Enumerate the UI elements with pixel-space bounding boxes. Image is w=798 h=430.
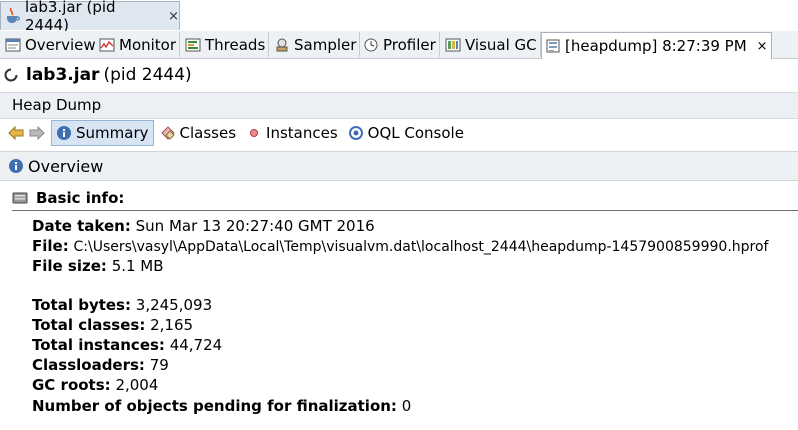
loading-spinner-icon — [4, 68, 18, 82]
gc-roots-label: GC roots: — [32, 376, 111, 394]
tab-label: Threads — [205, 35, 266, 54]
total-bytes-row: Total bytes: 3,245,093 — [32, 295, 212, 315]
back-button[interactable] — [0, 120, 27, 146]
document-tab[interactable]: lab3.jar (pid 2444) × — [0, 0, 180, 34]
threads-icon — [185, 38, 201, 52]
overview-icon — [5, 38, 21, 52]
page-title: lab3.jar (pid 2444) — [4, 63, 192, 87]
close-icon[interactable]: × — [168, 9, 179, 24]
info-icon — [8, 158, 24, 174]
total-bytes-value: 3,245,093 — [135, 296, 213, 314]
summary-label: Summary — [76, 124, 149, 142]
total-classes-label: Total classes: — [32, 316, 146, 334]
classes-button[interactable]: Classes — [156, 120, 241, 146]
close-icon[interactable]: × — [757, 39, 768, 54]
total-instances-value: 44,724 — [169, 336, 223, 354]
heap-dump-header: Heap Dump — [0, 92, 798, 119]
tab-sampler[interactable]: Sampler — [271, 32, 361, 57]
tab-label: Visual GC — [465, 35, 537, 54]
overview-section-header[interactable]: Overview — [0, 151, 798, 181]
sampler-icon — [274, 38, 290, 52]
pending-finalization-value: 0 — [401, 397, 412, 415]
java-cup-icon — [5, 7, 21, 25]
date-taken-value: Sun Mar 13 20:27:40 GMT 2016 — [135, 217, 375, 235]
arrow-left-icon — [8, 126, 24, 140]
forward-button[interactable] — [29, 120, 49, 146]
app-name: lab3.jar — [26, 65, 100, 85]
classloaders-row: Classloaders: 79 — [32, 355, 169, 375]
heapdump-icon — [545, 39, 561, 53]
classloaders-label: Classloaders: — [32, 356, 145, 374]
total-instances-label: Total instances: — [32, 336, 165, 354]
pending-finalization-label: Number of objects pending for finalizati… — [32, 397, 397, 415]
file-row: File: C:\Users\vasyl\AppData\Local\Temp\… — [32, 236, 768, 257]
total-classes-value: 2,165 — [150, 316, 194, 334]
app-pid: (pid 2444) — [103, 65, 192, 85]
total-instances-row: Total instances: 44,724 — [32, 335, 222, 355]
classloaders-value: 79 — [149, 356, 169, 374]
file-size-label: File size: — [32, 257, 107, 275]
instances-button[interactable]: Instances — [242, 120, 342, 146]
gc-roots-value: 2,004 — [115, 376, 159, 394]
classes-label: Classes — [179, 124, 237, 142]
date-taken-row: Date taken: Sun Mar 13 20:27:40 GMT 2016 — [32, 216, 375, 236]
oql-console-icon — [348, 125, 364, 141]
tab-heapdump[interactable]: [heapdump] 8:27:39 PM × — [541, 32, 772, 59]
tab-label: [heapdump] 8:27:39 PM — [565, 37, 747, 55]
view-tab-strip: Overview Monitor Threads Sampler Profile… — [0, 31, 798, 59]
profiler-icon — [363, 38, 379, 52]
file-value: C:\Users\vasyl\AppData\Local\Temp\visual… — [73, 239, 769, 255]
arrow-right-icon — [29, 126, 45, 140]
document-tab-title: lab3.jar (pid 2444) — [25, 0, 116, 34]
oql-console-label: OQL Console — [367, 124, 464, 142]
heapdump-toolbar: Summary Classes Instances OQL Console — [0, 118, 798, 148]
tab-label: Profiler — [383, 35, 436, 54]
tab-label: Monitor — [119, 35, 177, 54]
tab-monitor[interactable]: Monitor — [96, 32, 181, 57]
document-tab-strip: lab3.jar (pid 2444) × — [0, 0, 798, 34]
monitor-icon — [99, 38, 115, 52]
overview-label: Overview — [28, 156, 104, 176]
file-label: File: — [32, 237, 69, 255]
tab-profiler[interactable]: Profiler — [360, 32, 440, 57]
visual-gc-icon — [445, 38, 461, 52]
tab-label: Sampler — [294, 35, 357, 54]
summary-button[interactable]: Summary — [51, 120, 154, 146]
tab-threads[interactable]: Threads — [182, 32, 270, 57]
date-taken-label: Date taken: — [32, 217, 131, 235]
gc-roots-row: GC roots: 2,004 — [32, 375, 158, 395]
instances-label: Instances — [266, 124, 338, 142]
tab-label: Overview — [25, 35, 96, 54]
disk-icon — [12, 191, 28, 205]
heap-dump-label: Heap Dump — [12, 96, 102, 114]
info-icon — [56, 125, 72, 141]
tab-overview[interactable]: Overview — [2, 32, 100, 57]
basic-info-heading: Basic info: — [36, 189, 125, 207]
pending-finalization-row: Number of objects pending for finalizati… — [32, 396, 411, 416]
classes-icon — [160, 125, 176, 141]
total-bytes-label: Total bytes: — [32, 296, 131, 314]
instances-icon — [246, 125, 262, 141]
file-size-value: 5.1 MB — [111, 257, 164, 275]
file-size-row: File size: 5.1 MB — [32, 256, 164, 276]
oql-console-button[interactable]: OQL Console — [344, 120, 468, 146]
basic-info-header: Basic info: — [12, 186, 798, 211]
total-classes-row: Total classes: 2,165 — [32, 315, 193, 335]
tab-visual-gc[interactable]: Visual GC — [442, 32, 541, 57]
